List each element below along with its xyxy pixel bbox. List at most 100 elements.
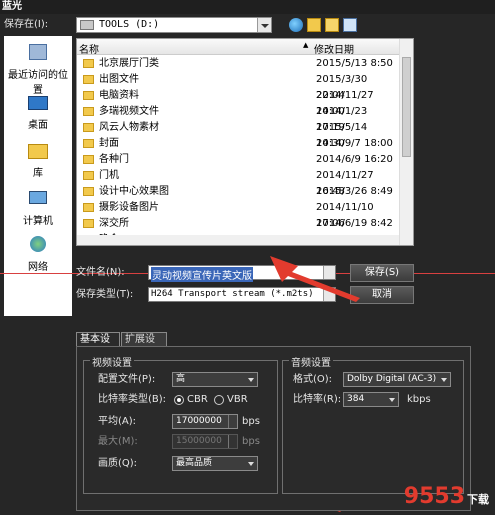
max-bitrate-value: 15000000 <box>176 436 222 446</box>
recent-places-icon <box>26 42 50 64</box>
profile-label: 配置文件(P): <box>98 374 156 385</box>
up-folder-icon[interactable] <box>307 18 321 32</box>
column-date[interactable]: 修改日期 <box>314 41 354 56</box>
place-network-label: 网络 <box>28 262 48 273</box>
format-label: 格式(O): <box>293 374 333 385</box>
libraries-icon <box>26 140 50 162</box>
list-item[interactable]: 风云人物素材 2015/5/14 14:30 <box>77 120 399 149</box>
quality-value: 最高品质 <box>176 458 213 468</box>
place-recent[interactable]: 最近访问的位置 <box>4 42 72 96</box>
list-item[interactable]: 北京展厅门类 2015/5/13 8:50 <box>77 56 399 72</box>
desktop-icon <box>26 92 50 114</box>
list-item[interactable]: 各种门 2014/6/9 16:20 <box>77 152 399 168</box>
annotation-arrow <box>270 256 360 302</box>
file-name: 多瑞视频文件 <box>99 106 159 117</box>
save-in-label: 保存在(I): <box>4 19 49 30</box>
spinner-arrows-icon <box>228 435 237 448</box>
file-name: 设计中心效果图 <box>99 186 169 197</box>
place-libraries[interactable]: 库 <box>4 140 72 179</box>
audio-settings-group: 音频设置 格式(O): Dolby Digital (AC-3) 比特率(R):… <box>282 354 464 494</box>
folder-icon <box>83 171 94 180</box>
max-bitrate-spinner: 15000000 <box>172 434 238 449</box>
quality-dropdown[interactable]: 最高品质 <box>172 456 258 471</box>
folder-icon <box>83 75 94 84</box>
tab-basic-settings[interactable]: 基本设置 <box>76 332 120 359</box>
bitrate-type-label: 比特率类型(B): <box>98 394 167 405</box>
folder-icon <box>83 187 94 196</box>
file-name: 电脑资料 <box>99 90 139 101</box>
view-menu-icon[interactable] <box>343 18 357 32</box>
video-group-title: 视频设置 <box>90 354 134 369</box>
window-title: 蓝光 <box>2 1 22 12</box>
spinner-arrows-icon[interactable] <box>228 415 237 428</box>
list-item[interactable]: 设计中心效果图 2015/3/26 8:49 <box>77 184 399 200</box>
file-name: 出图文件 <box>99 74 139 85</box>
file-name: 各种门 <box>99 154 129 165</box>
list-item[interactable]: 电脑资料 2014/11/27 14:00 <box>77 88 399 117</box>
list-item[interactable]: 多瑞视频文件 2014/1/23 17:19 <box>77 104 399 133</box>
chevron-down-icon <box>257 18 271 32</box>
folder-icon <box>83 123 94 132</box>
vertical-scrollbar[interactable] <box>399 39 413 245</box>
avg-bitrate-value: 17000000 <box>176 416 222 426</box>
folder-icon <box>83 59 94 68</box>
drive-icon <box>80 20 94 30</box>
place-computer[interactable]: 计算机 <box>4 188 72 227</box>
filename-value: 灵动视频宣传片英文版 <box>151 267 253 282</box>
file-list-header: 名称 ▲ 修改日期 <box>77 39 413 56</box>
profile-value: 高 <box>176 374 186 384</box>
back-icon[interactable] <box>289 18 303 32</box>
file-date: 2014/6/19 8:42 <box>316 218 393 229</box>
cbr-label: CBR <box>187 394 208 405</box>
file-name: 北京展厅门类 <box>99 58 159 69</box>
places-bar: 最近访问的位置 桌面 库 计算机 网络 <box>4 36 72 316</box>
network-icon <box>26 234 50 256</box>
file-name: 深交所 <box>99 218 129 229</box>
tab-extended-settings[interactable]: 扩展设置 <box>121 332 167 359</box>
avg-bitrate-spinner[interactable]: 17000000 <box>172 414 238 429</box>
audio-format-dropdown[interactable]: Dolby Digital (AC-3) <box>343 372 451 387</box>
new-folder-icon[interactable] <box>325 18 339 32</box>
folder-icon <box>83 91 94 100</box>
horizontal-scrollbar[interactable] <box>77 235 399 245</box>
cbr-radio[interactable] <box>174 395 184 405</box>
audio-bitrate-unit: kbps <box>407 394 431 405</box>
vbr-radio[interactable] <box>214 395 224 405</box>
place-desktop[interactable]: 桌面 <box>4 92 72 131</box>
audio-bitrate-label: 比特率(R): <box>293 394 342 405</box>
file-date: 2015/5/13 8:50 <box>316 58 393 69</box>
avg-unit: bps <box>242 416 260 427</box>
computer-icon <box>26 188 50 210</box>
watermark-text: 9553 <box>403 484 465 509</box>
list-item[interactable]: 摄影设备图片 2014/11/10 17:06 <box>77 200 399 229</box>
vbr-label: VBR <box>227 394 248 405</box>
file-name: 摄影设备图片 <box>99 202 159 213</box>
audio-bitrate-value: 384 <box>347 394 365 404</box>
list-item[interactable]: 深交所 2014/6/19 8:42 <box>77 216 399 232</box>
folder-icon <box>83 155 94 164</box>
save-in-dropdown[interactable]: TOOLS (D:) <box>76 17 272 33</box>
list-item[interactable]: 门机 2014/11/27 16:48 <box>77 168 399 197</box>
place-libraries-label: 库 <box>33 168 43 179</box>
audio-group-title: 音频设置 <box>289 354 333 369</box>
file-list[interactable]: 名称 ▲ 修改日期 北京展厅门类 2015/5/13 8:50 出图文件 2015/3… <box>76 38 414 246</box>
list-item[interactable]: 出图文件 2015/3/30 22:04 <box>77 72 399 101</box>
place-desktop-label: 桌面 <box>28 120 48 131</box>
avg-label: 平均(A): <box>98 416 137 427</box>
watermark-subtext: 下载 <box>467 493 489 506</box>
file-name: 风云人物素材 <box>99 122 159 133</box>
place-network[interactable]: 网络 <box>4 234 72 273</box>
quality-label: 画质(Q): <box>98 458 138 469</box>
column-name[interactable]: 名称 <box>79 41 99 56</box>
sort-up-icon: ▲ <box>303 41 309 49</box>
folder-icon <box>83 107 94 116</box>
filetype-label: 保存类型(T): <box>76 289 134 300</box>
file-name: 封面 <box>99 138 119 149</box>
audio-bitrate-dropdown[interactable]: 384 <box>343 392 399 407</box>
max-label: 最大(M): <box>98 436 138 447</box>
place-computer-label: 计算机 <box>23 216 53 227</box>
list-item[interactable]: 封面 2014/9/7 18:00 <box>77 136 399 152</box>
profile-dropdown[interactable]: 高 <box>172 372 258 387</box>
filename-label: 文件名(N): <box>76 267 125 278</box>
file-date: 2014/6/9 16:20 <box>316 154 393 165</box>
